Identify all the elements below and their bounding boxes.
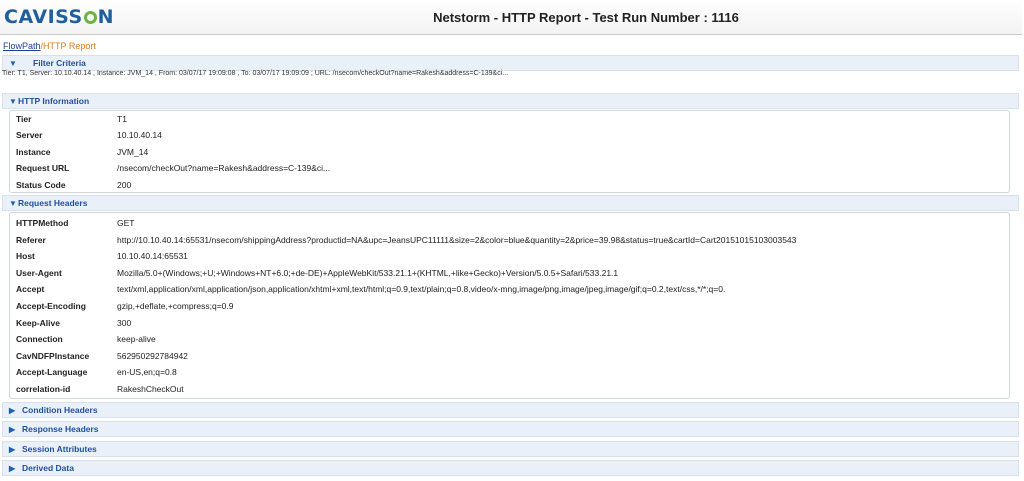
breadcrumb: FlowPath/HTTP Report [3, 41, 96, 51]
http-information-panel: Tier T1 Server 10.10.40.14 Instance JVM_14 … [9, 110, 1010, 193]
session-attributes-label: Session Attributes [22, 444, 97, 454]
condition-headers-label: Condition Headers [22, 405, 98, 415]
condition-headers-header[interactable]: ▶ Condition Headers [2, 402, 1019, 418]
http-information-header[interactable]: ▼HTTP Information [2, 93, 1019, 109]
http-information-label: HTTP Information [18, 96, 90, 106]
page-title: Netstorm - HTTP Report - Test Run Number… [433, 10, 739, 25]
filter-criteria-label: Filter Criteria [33, 58, 86, 68]
app-header: CAVISS N Netstorm - HTTP Report - Test Ru… [0, 0, 1022, 35]
breadcrumb-current: HTTP Report [43, 41, 96, 51]
response-headers-label: Response Headers [22, 424, 99, 434]
derived-data-header[interactable]: ▶ Derived Data [2, 460, 1019, 476]
breadcrumb-flowpath-link[interactable]: FlowPath [3, 41, 41, 51]
request-headers-panel: HTTPMethod GET Referer http://10.10.40.14:… [9, 212, 1010, 399]
request-headers-label: Request Headers [18, 198, 88, 208]
triangle-right-icon: ▶ [9, 445, 16, 454]
filter-criteria-text: Tier: T1, Server: 10.10.40.14 , Instance… [2, 70, 509, 77]
request-headers-header[interactable]: ▼Request Headers [2, 195, 1019, 211]
filter-criteria-header[interactable]: ▼ Filter Criteria [2, 55, 1019, 71]
triangle-down-icon: ▼ [9, 59, 17, 68]
session-attributes-header[interactable]: ▶ Session Attributes [2, 441, 1019, 457]
triangle-right-icon: ▶ [9, 406, 16, 415]
derived-data-label: Derived Data [22, 463, 74, 473]
response-headers-header[interactable]: ▶ Response Headers [2, 421, 1019, 437]
triangle-right-icon: ▶ [9, 464, 16, 473]
triangle-right-icon: ▶ [9, 425, 16, 434]
